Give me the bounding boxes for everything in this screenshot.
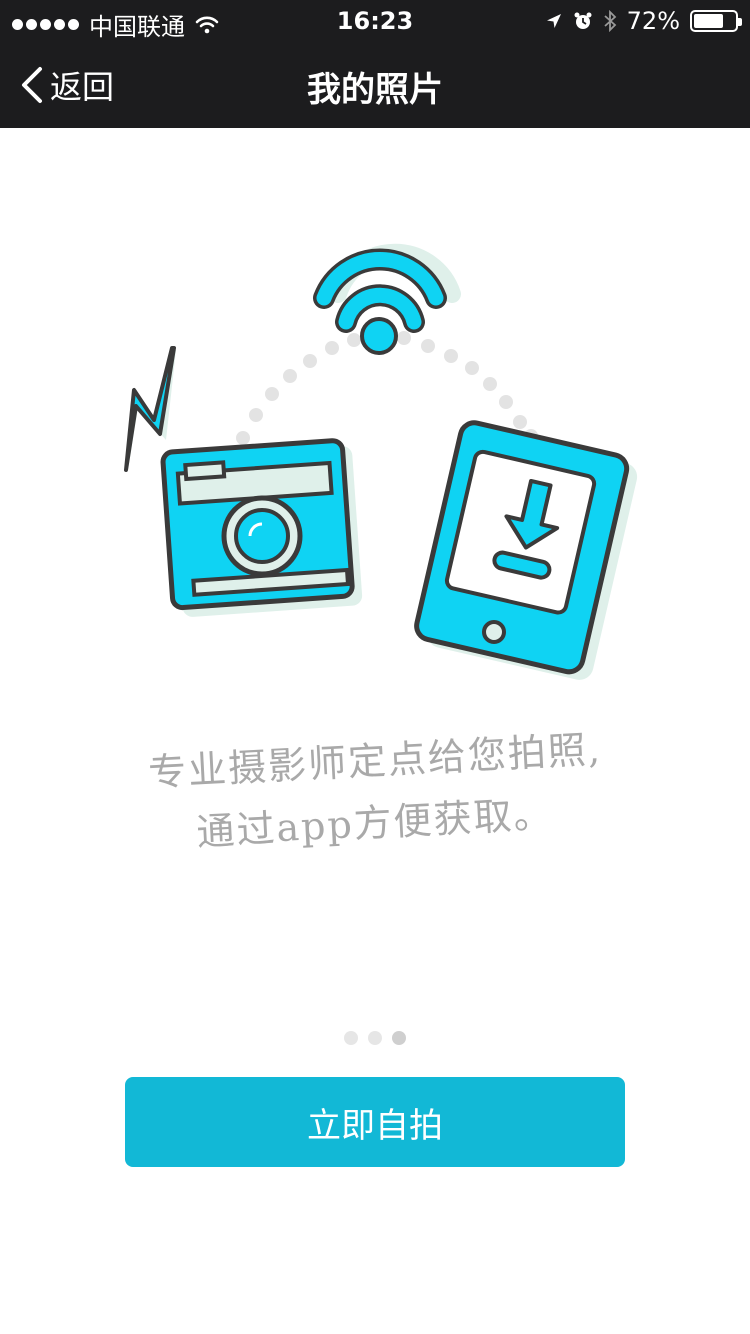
- camera-icon: [160, 438, 363, 617]
- photo-transfer-illustration: [124, 243, 638, 680]
- status-right: 72%: [545, 7, 742, 35]
- bluetooth-icon: [604, 10, 616, 32]
- page-indicator: [0, 1031, 750, 1045]
- selfie-now-button[interactable]: 立即自拍: [125, 1077, 625, 1167]
- battery-percent: 72%: [626, 7, 680, 35]
- status-bar: 中国联通 16:23 72%: [0, 0, 750, 41]
- navigation-bar: 返回 我的照片: [0, 40, 750, 128]
- intro-caption: 专业摄影师定点给您拍照, 通过app方便获取。: [0, 727, 750, 854]
- battery-fill: [694, 14, 723, 28]
- page-dot[interactable]: [392, 1031, 406, 1045]
- location-arrow-icon: [546, 14, 561, 28]
- page-title: 我的照片: [307, 70, 443, 110]
- battery-icon: [690, 10, 742, 32]
- page-dot[interactable]: [368, 1031, 382, 1045]
- tablet-download-icon: [414, 420, 638, 680]
- page-dot[interactable]: [344, 1031, 358, 1045]
- alarm-icon: [574, 12, 592, 29]
- top-bar: 中国联通 16:23 72% 返回 我的照片: [0, 0, 750, 128]
- wifi-signal-icon: [313, 243, 461, 355]
